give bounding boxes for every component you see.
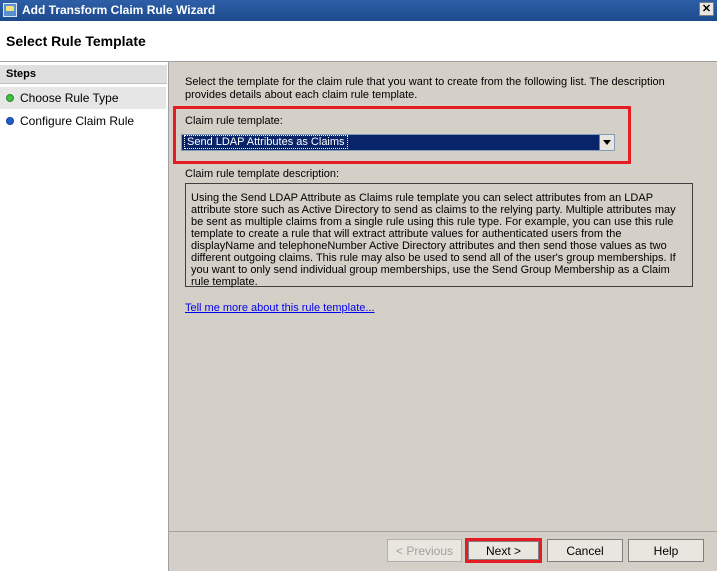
next-button[interactable]: Next > — [468, 541, 539, 560]
help-link[interactable]: Tell me more about this rule template... — [185, 302, 375, 314]
steps-pane: Steps Choose Rule Type Configure Claim R… — [0, 62, 169, 571]
template-label: Claim rule template: — [185, 115, 283, 127]
footer-divider — [169, 531, 717, 532]
app-icon — [3, 3, 17, 17]
step-choose-rule-type[interactable]: Choose Rule Type — [0, 87, 166, 109]
description-label: Claim rule template description: — [185, 168, 340, 180]
step-configure-claim-rule[interactable]: Configure Claim Rule — [0, 110, 166, 132]
description-box: Using the Send LDAP Attribute as Claims … — [185, 183, 693, 288]
close-icon[interactable]: ✕ — [699, 2, 714, 16]
intro-text: Select the template for the claim rule t… — [185, 76, 665, 101]
steps-heading: Steps — [0, 65, 167, 84]
help-button[interactable]: Help — [628, 539, 704, 562]
previous-button[interactable]: < Previous — [387, 539, 462, 562]
steps-heading-label: Steps — [6, 68, 36, 80]
wizard-header: Select Rule Template — [0, 21, 717, 62]
wizard-window: Add Transform Claim Rule Wizard ✕ Select… — [0, 0, 717, 571]
title-bar[interactable]: Add Transform Claim Rule Wizard ✕ — [0, 0, 717, 21]
description-text: Using the Send LDAP Attribute as Claims … — [191, 192, 676, 288]
page-title: Select Rule Template — [6, 33, 146, 49]
chevron-down-icon[interactable] — [599, 135, 614, 150]
step-complete-icon — [6, 94, 14, 102]
template-dropdown[interactable]: Send LDAP Attributes as Claims — [181, 134, 615, 151]
main-content: Select the template for the claim rule t… — [169, 62, 717, 571]
step-label: Choose Rule Type — [20, 91, 119, 105]
step-label: Configure Claim Rule — [20, 114, 135, 128]
cancel-button[interactable]: Cancel — [547, 539, 623, 562]
template-selected-value: Send LDAP Attributes as Claims — [184, 135, 348, 149]
step-pending-icon — [6, 117, 14, 125]
window-title: Add Transform Claim Rule Wizard — [22, 3, 216, 17]
